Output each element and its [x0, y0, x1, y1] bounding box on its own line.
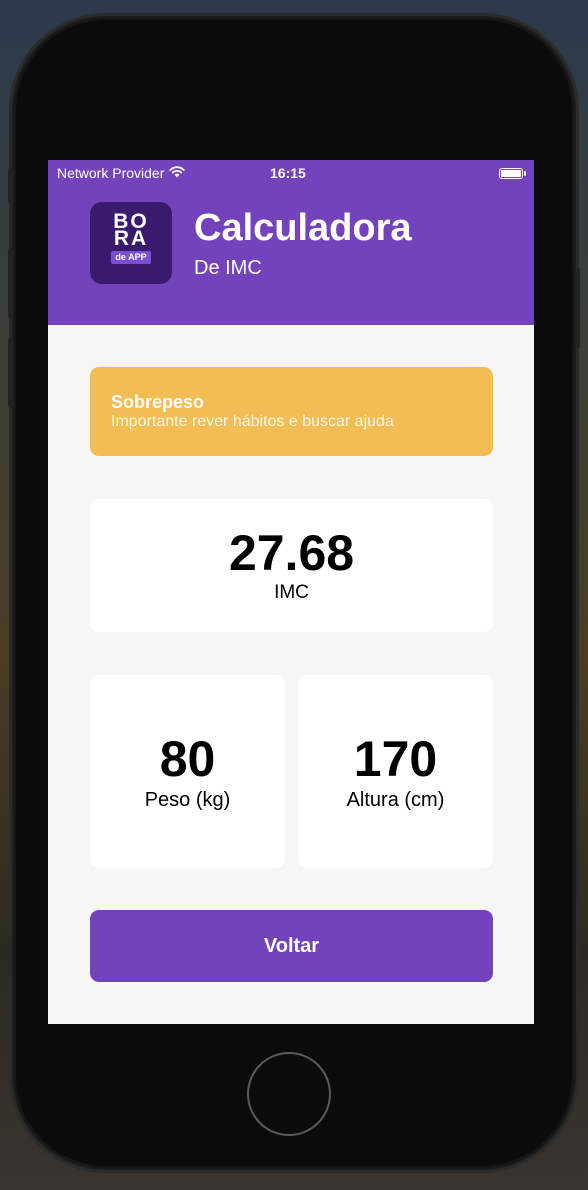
imc-card: 27.68 IMC — [90, 499, 493, 632]
power-button — [575, 268, 580, 348]
weight-label: Peso (kg) — [144, 789, 231, 811]
height-card: 170 Altura (cm) — [298, 675, 493, 868]
weight-value: 80 — [159, 731, 216, 787]
status-time: 16:15 — [270, 165, 306, 181]
app-header: Network Provider 16:15 BO RA de APP Calc… — [48, 160, 534, 325]
back-button[interactable]: Voltar — [90, 910, 493, 982]
height-value: 170 — [353, 731, 438, 787]
status-bar: Network Provider 16:15 — [48, 160, 534, 186]
app-title: Calculadora — [194, 207, 412, 249]
battery-level — [501, 170, 521, 177]
height-label: Altura (cm) — [346, 789, 445, 811]
wifi-icon — [169, 165, 186, 181]
result-advice: Importante rever hábitos e buscar ajuda — [111, 413, 394, 430]
imc-value: 27.68 — [228, 525, 355, 581]
home-button[interactable] — [247, 1052, 331, 1136]
result-category: Sobrepeso — [111, 392, 205, 412]
mute-switch — [8, 168, 13, 204]
weight-card: 80 Peso (kg) — [90, 675, 285, 868]
carrier-name: Network Provider — [57, 165, 165, 181]
logo-text-bottom: RA — [113, 227, 149, 250]
battery-tip — [524, 171, 526, 176]
volume-up-button — [8, 248, 13, 318]
app-subtitle: De IMC — [194, 257, 262, 279]
app-logo: BO RA de APP — [90, 202, 172, 284]
imc-label: IMC — [274, 582, 309, 603]
volume-down-button — [8, 338, 13, 408]
logo-tag: de APP — [111, 251, 151, 264]
result-category-card: Sobrepeso Importante rever hábitos e bus… — [90, 367, 493, 456]
battery-icon — [499, 168, 526, 179]
carrier-info: Network Provider — [57, 165, 186, 181]
app-screen: Network Provider 16:15 BO RA de APP Calc… — [48, 160, 534, 1024]
